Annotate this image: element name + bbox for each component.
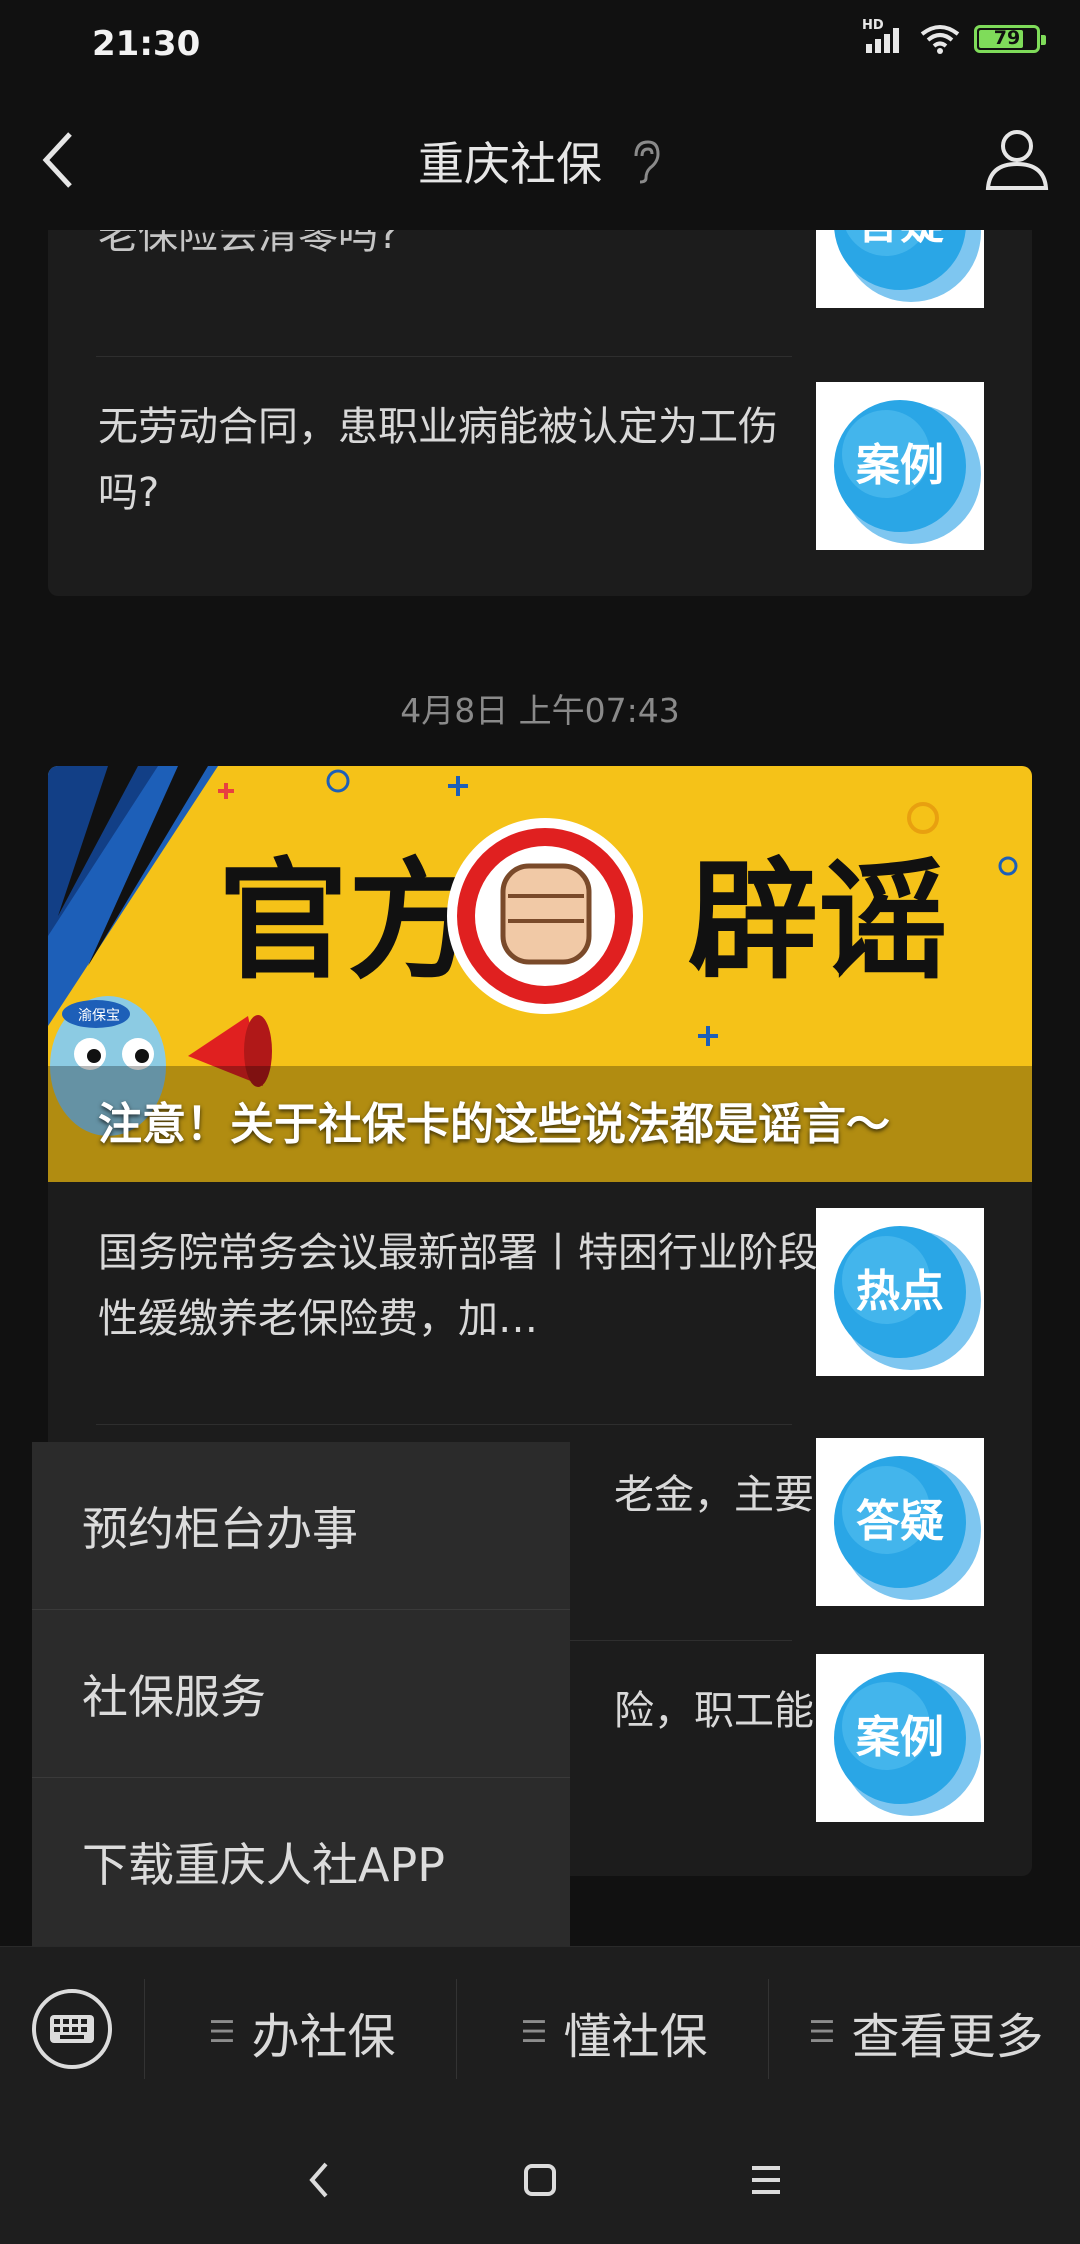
nav-home-icon[interactable] bbox=[512, 2152, 568, 2208]
thumb-tag-label: 答疑 bbox=[856, 1496, 944, 1547]
status-bar: 21:30 HD 79 bbox=[0, 0, 1080, 90]
article-thumb-5: 案例 bbox=[816, 1654, 984, 1822]
article-title-2: 无劳动合同，患职业病能被认定为工伤吗? bbox=[98, 404, 778, 516]
popup-menu: 预约柜台办事 社保服务 下载重庆人社APP bbox=[32, 1442, 570, 1946]
menu-tab-3-label: 查看更多 bbox=[851, 2009, 1044, 2065]
thumb-art: 答疑 bbox=[834, 1456, 981, 1600]
system-nav-bar bbox=[0, 2116, 1080, 2244]
header-title-wrap: 重庆社保 bbox=[0, 128, 1080, 194]
menu-separator bbox=[768, 1979, 769, 2079]
article-row-2[interactable]: 无劳动合同，患职业病能被认定为工伤吗? 案例 bbox=[48, 356, 1032, 572]
banner-art-text-left: 官方 bbox=[218, 845, 478, 997]
menu-tab-2[interactable]: ☰ 懂社保 bbox=[460, 1987, 768, 2077]
menu-tab-2-label: 懂社保 bbox=[563, 2009, 708, 2065]
ear-icon bbox=[634, 140, 660, 184]
article-thumb-4: 答疑 bbox=[816, 1438, 984, 1606]
menu-tab-1-label: 办社保 bbox=[251, 2009, 396, 2065]
thumb-art: 热点 bbox=[834, 1226, 981, 1370]
header-title-row: 重庆社保 bbox=[418, 128, 662, 194]
message-timestamp: 4月8日 上午07:43 bbox=[400, 691, 680, 730]
nav-back-icon[interactable] bbox=[292, 2152, 348, 2208]
keyboard-icon[interactable] bbox=[30, 1987, 114, 2071]
thumb-tag-label: 案例 bbox=[856, 440, 944, 491]
menu-lines-icon: ☰ bbox=[520, 2014, 548, 2050]
nav-menu-icon[interactable] bbox=[738, 2152, 794, 2208]
banner-image[interactable]: 官方 辟谣 渝保宝 注意！关于社保卡的这些说法都是谣言～ bbox=[48, 766, 1032, 1182]
battery-text: 79 bbox=[993, 27, 1021, 49]
profile-icon[interactable] bbox=[984, 126, 1050, 192]
page-title: 重庆社保 bbox=[418, 137, 602, 191]
menu-separator bbox=[456, 1979, 457, 2079]
thumb-art: 案例 bbox=[834, 400, 981, 544]
article-row-3[interactable]: 国务院常务会议最新部署丨特困行业阶段性缓缴养老保险费，加… 热点 bbox=[48, 1182, 1032, 1398]
banner-caption: 注意！关于社保卡的这些说法都是谣言～ bbox=[98, 1099, 890, 1150]
signal-icon: HD bbox=[862, 18, 906, 54]
popup-item-download-app[interactable]: 下载重庆人社APP bbox=[32, 1778, 570, 1946]
thumb-tag-label: 案例 bbox=[856, 1712, 944, 1763]
popup-item-social-security-services[interactable]: 社保服务 bbox=[32, 1610, 570, 1778]
article-thumb-2: 案例 bbox=[816, 382, 984, 550]
battery-icon: 79 bbox=[974, 25, 1046, 53]
menu-bar: ☰ 办社保 ☰ 懂社保 ☰ 查看更多 bbox=[0, 1946, 1080, 2117]
banner-art-text-right: 辟谣 bbox=[688, 845, 948, 997]
menu-lines-icon: ☰ bbox=[208, 2014, 236, 2050]
popup-item-counter-appointment[interactable]: 预约柜台办事 bbox=[32, 1442, 570, 1610]
menu-tab-1[interactable]: ☰ 办社保 bbox=[148, 1987, 456, 2077]
thumb-art: 案例 bbox=[834, 1672, 981, 1816]
thumb-tag-label: 热点 bbox=[856, 1266, 944, 1317]
menu-separator bbox=[144, 1979, 145, 2079]
article-title-3: 国务院常务会议最新部署丨特困行业阶段性缓缴养老保险费，加… bbox=[98, 1230, 818, 1342]
mascot-badge: 渝保宝 bbox=[78, 1008, 120, 1024]
chat-header: 重庆社保 bbox=[0, 90, 1080, 230]
network-label: HD bbox=[862, 18, 884, 33]
status-time: 21:30 bbox=[92, 24, 201, 64]
article-thumb-3: 热点 bbox=[816, 1208, 984, 1376]
wifi-icon bbox=[920, 25, 960, 54]
battery-tip bbox=[1041, 35, 1046, 45]
menu-tab-3[interactable]: ☰ 查看更多 bbox=[772, 1987, 1080, 2077]
menu-lines-icon: ☰ bbox=[808, 2014, 836, 2050]
status-icons: HD 79 bbox=[862, 18, 1046, 54]
